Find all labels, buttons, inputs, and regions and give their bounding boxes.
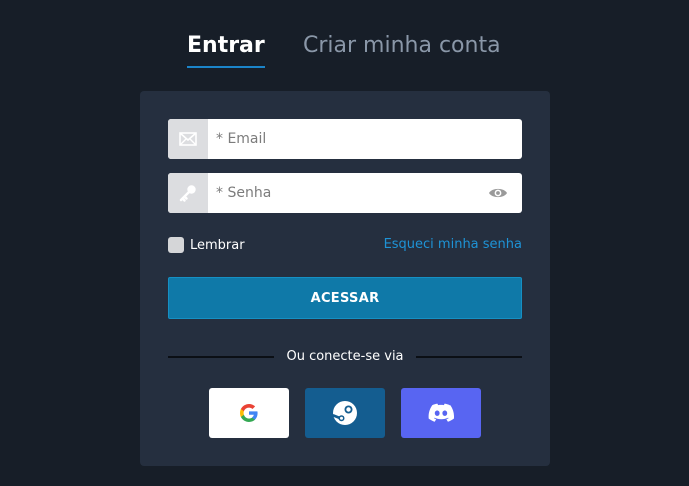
- steam-icon: [332, 401, 357, 425]
- tab-login-label: Entrar: [187, 33, 265, 58]
- tab-login[interactable]: Entrar: [187, 32, 265, 68]
- key-icon: [168, 173, 208, 213]
- google-icon: [240, 404, 258, 422]
- discord-icon: [428, 403, 454, 422]
- remember-checkbox[interactable]: [168, 237, 184, 253]
- show-password-eye-icon[interactable]: [488, 184, 508, 202]
- envelope-icon: [168, 119, 208, 159]
- discord-login-button[interactable]: [401, 388, 481, 438]
- password-input[interactable]: [208, 173, 478, 213]
- forgot-password-link[interactable]: Esqueci minha senha: [384, 236, 522, 254]
- tab-register-label: Criar minha conta: [303, 33, 501, 58]
- tab-register[interactable]: Criar minha conta: [303, 32, 501, 60]
- remember-checkbox-row[interactable]: Lembrar: [168, 236, 245, 254]
- password-field: [168, 173, 522, 213]
- google-login-button[interactable]: [209, 388, 289, 438]
- steam-login-button[interactable]: [305, 388, 385, 438]
- divider-line-right: [416, 356, 522, 358]
- remember-label: Lembrar: [190, 237, 245, 253]
- auth-tabs: Entrar Criar minha conta: [0, 32, 689, 72]
- submit-button[interactable]: ACESSAR: [168, 277, 522, 319]
- login-card: Lembrar Esqueci minha senha ACESSAR Ou c…: [140, 91, 550, 466]
- active-tab-underline: [187, 66, 265, 68]
- social-divider: Ou conecte-se via: [168, 347, 522, 367]
- email-field: [168, 119, 522, 159]
- email-input[interactable]: [208, 119, 522, 159]
